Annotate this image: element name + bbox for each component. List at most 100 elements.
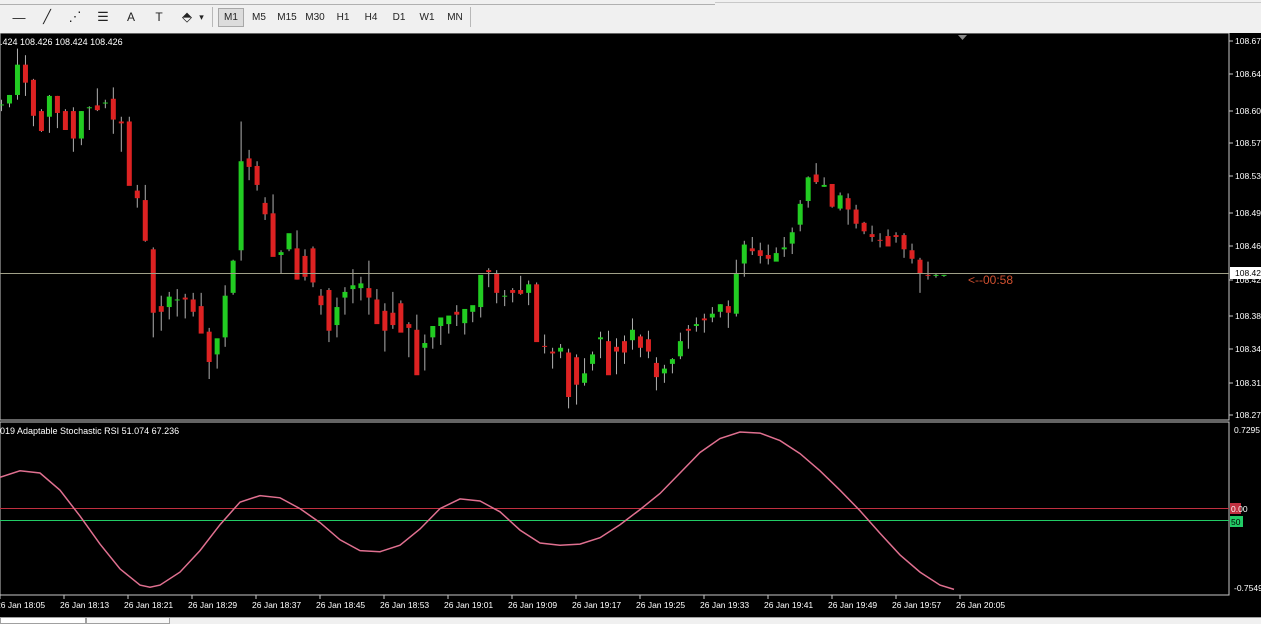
trendline-icon[interactable]: ╱	[36, 7, 58, 27]
time-tick-label: 26 Jan 19:49	[828, 600, 877, 610]
candle-body	[518, 290, 524, 294]
timeframe-m1-button[interactable]: M1	[218, 8, 244, 27]
candle-body	[837, 195, 843, 209]
candle-body	[430, 325, 436, 338]
price-tick-label: 108.313	[1235, 378, 1261, 388]
candle-body	[478, 274, 484, 308]
candle-body	[6, 94, 12, 104]
chart-tab[interactable]	[86, 618, 170, 624]
timeframe-h1-button[interactable]: H1	[330, 8, 356, 27]
candle-body	[150, 249, 156, 313]
time-tick-label: 26 Jan 18:29	[188, 600, 237, 610]
price-tick-label: 108.387	[1235, 311, 1261, 321]
candle-body	[909, 250, 915, 259]
candle-body	[582, 373, 588, 383]
time-tick-label: 26 Jan 18:53	[380, 600, 429, 610]
indicator-scale-fifty: 50	[1231, 517, 1241, 527]
candle-body	[701, 318, 707, 321]
candle-body	[30, 79, 36, 116]
candle-body	[470, 305, 476, 312]
price-tick-label: 108.673	[1235, 36, 1261, 46]
candle-body	[182, 297, 188, 300]
ohlc-label: .424 108.426 108.424 108.426	[0, 37, 123, 47]
fibonacci-fan-icon[interactable]: ⋰	[64, 7, 86, 27]
candle-body	[238, 161, 244, 251]
price-axis: 108.673 108.640 108.605 108.570 108.535 108.4…	[1229, 36, 1261, 420]
candle-body	[158, 306, 164, 312]
candle-body	[278, 252, 284, 255]
candle-body	[598, 337, 604, 340]
fibonacci-retracement-icon[interactable]: ☰	[92, 7, 114, 27]
candle-body	[821, 184, 827, 187]
timeframe-m30-button[interactable]: M30	[302, 8, 328, 27]
arrows-icon[interactable]: ⬘	[176, 7, 198, 27]
timeframe-mn-button[interactable]: MN	[442, 8, 468, 27]
candle-body	[94, 105, 100, 111]
candle-body	[422, 343, 428, 348]
chart-window[interactable]: .424 108.426 108.424 108.426 019 Adaptab…	[0, 32, 1261, 617]
time-tick-label: 26 Jan 18:05	[0, 600, 45, 610]
candle-body	[374, 299, 380, 325]
candle-body	[166, 296, 172, 308]
candle-body	[134, 190, 140, 199]
arrows-dropdown-icon[interactable]: ▾	[197, 7, 206, 27]
text-label-icon[interactable]: T	[148, 7, 170, 27]
time-tick-label: 26 Jan 19:57	[892, 600, 941, 610]
candle-body	[286, 233, 292, 250]
chart-tabs-bar	[0, 617, 1261, 624]
candle-body	[709, 313, 715, 318]
candle-body	[717, 304, 723, 312]
time-axis: 26 Jan 18:05 26 Jan 18:13 26 Jan 18:21 26 J…	[0, 595, 1005, 610]
price-tick-label: 108.498	[1235, 208, 1261, 218]
candle-body	[438, 317, 444, 326]
candle-body	[318, 295, 324, 306]
text-icon[interactable]: A	[120, 7, 142, 27]
price-tick-label: 108.349	[1235, 344, 1261, 354]
candle-body	[901, 235, 907, 250]
indicator-scale-bottom: -0.7549	[1234, 583, 1261, 593]
timeframe-d1-button[interactable]: D1	[386, 8, 412, 27]
candle-body	[382, 310, 388, 331]
price-tick-label: 108.278	[1235, 410, 1261, 420]
candle-body	[510, 290, 516, 293]
price-tick-label: 108.535	[1235, 171, 1261, 181]
chart-canvas[interactable]: .424 108.426 108.424 108.426 019 Adaptab…	[0, 32, 1261, 617]
price-pane[interactable]	[0, 32, 1230, 421]
time-tick-label: 26 Jan 18:37	[252, 600, 301, 610]
candle-body	[613, 346, 619, 352]
candle-body	[741, 244, 747, 264]
candle-body	[685, 328, 691, 331]
candle-body	[797, 203, 803, 225]
horizontal-line-icon[interactable]: —	[8, 7, 30, 27]
candle-body	[270, 213, 276, 257]
candle-body	[749, 248, 755, 252]
candle-body	[725, 306, 731, 313]
toolbar-top-border-right	[715, 0, 1261, 3]
candle-body	[805, 177, 811, 202]
candle-body	[885, 236, 891, 247]
candle-body	[869, 234, 875, 237]
candle-body	[502, 295, 508, 297]
indicator-scale-top: 0.7295	[1234, 425, 1260, 435]
candle-body	[526, 284, 532, 293]
timeframe-h4-button[interactable]: H4	[358, 8, 384, 27]
current-price-label: 108.426	[1235, 268, 1261, 278]
candle-body	[358, 283, 364, 289]
candle-body	[933, 274, 939, 276]
timeframe-m5-button[interactable]: M5	[246, 8, 272, 27]
countdown-label: <--00:58	[968, 273, 1013, 287]
candle-body	[14, 64, 20, 95]
candle-body	[606, 341, 612, 376]
timeframe-w1-button[interactable]: W1	[414, 8, 440, 27]
chart-tab[interactable]	[0, 618, 86, 624]
price-tick-label: 108.463	[1235, 241, 1261, 251]
candle-body	[294, 248, 300, 280]
toolbar-separator	[470, 7, 471, 27]
candle-body	[917, 259, 923, 274]
candle-body	[118, 121, 124, 124]
timeframe-m15-button[interactable]: M15	[274, 8, 300, 27]
candle-body	[102, 102, 108, 104]
candle-body	[222, 295, 228, 338]
candle-body	[390, 312, 396, 326]
toolbar-separator	[212, 7, 213, 27]
